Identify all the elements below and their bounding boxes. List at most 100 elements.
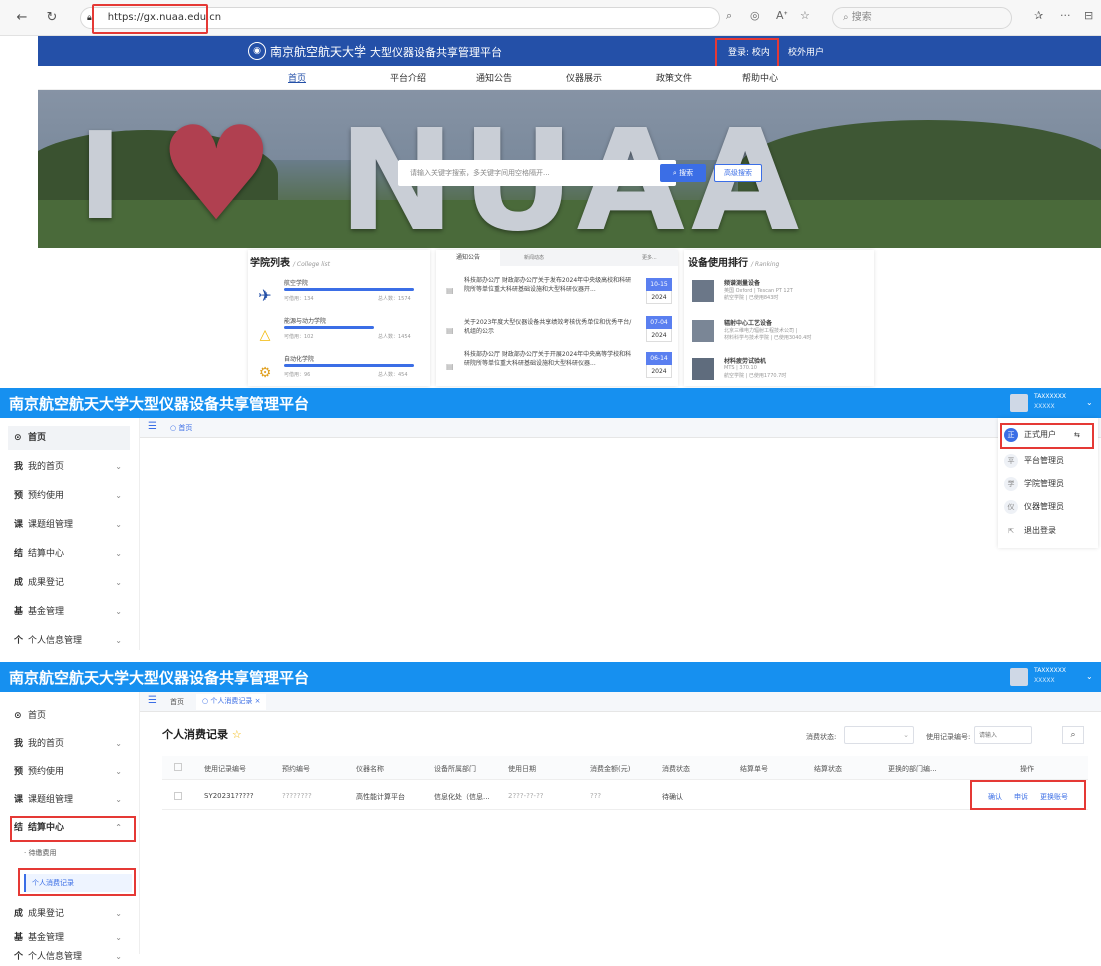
- search-icon: ⌕: [1070, 730, 1076, 740]
- close-icon[interactable]: ×: [255, 697, 261, 705]
- advanced-search-button[interactable]: 高级搜索: [714, 164, 762, 182]
- tab-home[interactable]: 首页: [170, 697, 184, 707]
- sidebar-item-home[interactable]: ⊙ 首页: [8, 426, 130, 450]
- zoom-icon[interactable]: ⌕: [726, 9, 732, 23]
- nav-notices[interactable]: 通知公告: [476, 71, 512, 84]
- sidebar-item-booking[interactable]: 预预约使用 ⌄: [8, 760, 130, 784]
- hero-search-label: 搜索: [679, 169, 694, 177]
- avatar[interactable]: [1010, 394, 1028, 412]
- ranking-detail: MTS | 370.10: [724, 365, 757, 371]
- hero-search-input[interactable]: 请输入关键字搜索，多关键字间用空格隔开...: [398, 160, 676, 186]
- logout-item[interactable]: ⇱ 退出登录: [1004, 524, 1056, 538]
- nav-policies[interactable]: 政策文件: [656, 71, 692, 84]
- submenu-pending[interactable]: · 待缴费用: [24, 848, 56, 858]
- sidebar-item-group[interactable]: 课课题组管理 ⌄: [8, 513, 130, 537]
- college-name[interactable]: 自动化学院: [284, 354, 314, 363]
- menu-toggle-icon[interactable]: ☰: [148, 695, 157, 706]
- col-header: 使用日期: [508, 765, 536, 773]
- avatar[interactable]: [1010, 668, 1028, 686]
- sidebar-item-label: 预约使用: [28, 491, 65, 501]
- group-icon: 课: [14, 795, 24, 805]
- school-name: 南京航空航天大学: [270, 45, 367, 59]
- code-filter-label: 使用记录编号:: [926, 733, 971, 741]
- sidebar-item-fund[interactable]: 基基金管理 ⌄: [8, 600, 130, 624]
- tab-consumption[interactable]: ○ 个人消费记录 ×: [196, 694, 267, 710]
- status-filter-select[interactable]: ⌄: [844, 726, 914, 744]
- role-platform-admin[interactable]: 平平台管理员: [1004, 454, 1064, 468]
- chevron-down-icon[interactable]: ⌄: [1086, 672, 1093, 681]
- back-icon[interactable]: ←: [14, 9, 30, 25]
- airplane-icon: ✈: [258, 285, 272, 305]
- row-checkbox[interactable]: [174, 792, 182, 800]
- menu-toggle-icon[interactable]: ☰: [148, 421, 157, 432]
- nav-home[interactable]: 首页: [288, 71, 306, 84]
- cell-amount: ???: [590, 792, 602, 800]
- user-name: TAXXXXXX: [1034, 667, 1066, 674]
- tab-news[interactable]: 新闻动态: [524, 254, 544, 261]
- instrument-thumbnail: [692, 280, 714, 302]
- sidebar-item-home[interactable]: ⊙ 首页: [8, 704, 130, 728]
- more-icon[interactable]: ···: [1060, 9, 1071, 22]
- college-bar: [284, 364, 414, 367]
- role-instrument-admin[interactable]: 仪仪器管理员: [1004, 500, 1064, 514]
- sidebar-item-label: 课题组管理: [28, 795, 74, 805]
- sidebar-item-fund[interactable]: 基基金管理 ⌄: [8, 926, 130, 950]
- sidebar-item-results[interactable]: 成成果登记 ⌄: [8, 902, 130, 926]
- tab-home-label: 首页: [178, 424, 193, 432]
- select-all-checkbox[interactable]: [174, 763, 182, 771]
- sidebar-item-label: 个人信息管理: [28, 636, 83, 646]
- read-aloud-icon[interactable]: Aᐩ: [776, 9, 788, 22]
- more-link[interactable]: 更多...: [642, 254, 657, 261]
- sidebar-item-results[interactable]: 成成果登记 ⌄: [8, 571, 130, 595]
- booking-icon: 预: [14, 767, 24, 777]
- tab-home[interactable]: ○ 首页: [170, 423, 192, 433]
- chevron-down-icon: ⌄: [903, 731, 909, 739]
- tab-notices[interactable]: 通知公告: [436, 250, 500, 266]
- ranking-name[interactable]: 辐射中心工艺设备: [724, 318, 772, 327]
- star-icon[interactable]: ☆: [232, 728, 242, 741]
- college-name[interactable]: 航空学院: [284, 278, 308, 287]
- refresh-icon[interactable]: ↻: [44, 9, 60, 25]
- col-header: 结算状态: [814, 765, 842, 773]
- notice-item[interactable]: 关于2023年度大型仪器设备共享绩效考核优秀单位和优秀平台/机组的公示: [464, 318, 634, 336]
- ranking-name[interactable]: 材料疲劳试验机: [724, 356, 766, 365]
- college-name[interactable]: 能源与动力学院: [284, 316, 326, 325]
- admin-panel-role: 南京航空航天大学大型仪器设备共享管理平台 TAXXXXXX XXXXX ⌄ ⊙ 首…: [0, 388, 1101, 650]
- table-row: SY20231????? ???????? 高性能计算平台 信息化处（信息...…: [162, 782, 1088, 810]
- hero-search-button[interactable]: ⌕ 搜索: [660, 164, 706, 182]
- search-button[interactable]: ⌕: [1062, 726, 1084, 744]
- site-nav: 首页 平台介绍 通知公告 仪器展示 政策文件 帮助中心: [38, 66, 1101, 90]
- sidebar-item-label: 首页: [28, 433, 47, 443]
- favorite-icon[interactable]: ☆: [800, 9, 810, 22]
- sidebar-toggle-icon[interactable]: ⊟: [1084, 9, 1093, 22]
- sidebar-item-booking[interactable]: 预预约使用 ⌄: [8, 484, 130, 508]
- instrument-icon: 仪: [1004, 500, 1018, 514]
- nav-help[interactable]: 帮助中心: [742, 71, 778, 84]
- ranking-name[interactable]: 频谱测量设备: [724, 278, 760, 287]
- nav-about[interactable]: 平台介绍: [390, 71, 426, 84]
- sidebar-item-my-home[interactable]: 我我的首页 ⌄: [8, 455, 130, 479]
- favorites-icon[interactable]: ✰: [1034, 9, 1043, 22]
- sidebar-item-group[interactable]: 课课题组管理 ⌄: [8, 788, 130, 812]
- read-icon[interactable]: ◎: [750, 9, 760, 22]
- notice-item[interactable]: 科技部办公厅 财政部办公厅关于开展2024年中央高等学校和科研院所等单位重大科研…: [464, 350, 634, 368]
- nav-instruments[interactable]: 仪器展示: [566, 71, 602, 84]
- role-label: 退出登录: [1024, 526, 1056, 535]
- sidebar-item-profile[interactable]: 个个人信息管理 ⌄: [8, 948, 130, 966]
- chevron-down-icon[interactable]: ⌄: [1086, 398, 1093, 407]
- sidebar-item-label: 基金管理: [28, 933, 65, 943]
- ranking-title: 设备使用排行 / Ranking: [688, 258, 780, 269]
- code-filter-input[interactable]: [974, 726, 1032, 744]
- sidebar-item-billing[interactable]: 结结算中心 ⌄: [8, 542, 130, 566]
- role-college-admin[interactable]: 学学院管理员: [1004, 477, 1064, 491]
- document-icon: ▤: [446, 362, 454, 371]
- sidebar-item-my-home[interactable]: 我我的首页 ⌄: [8, 732, 130, 756]
- notice-item[interactable]: 科技部办公厅 财政部办公厅关于发布2024年中央级高校和科研院所等单位重大科研基…: [464, 276, 634, 294]
- role-label: 学院管理员: [1024, 479, 1064, 488]
- col-header: 仪器名称: [356, 765, 384, 773]
- my-icon: 我: [14, 462, 24, 472]
- sidebar-item-profile[interactable]: 个个人信息管理 ⌄: [8, 629, 130, 653]
- external-user-link[interactable]: 校外用户: [788, 45, 824, 58]
- logout-icon: ⇱: [1008, 527, 1014, 535]
- browser-search[interactable]: ⌕ 搜索: [832, 7, 1012, 29]
